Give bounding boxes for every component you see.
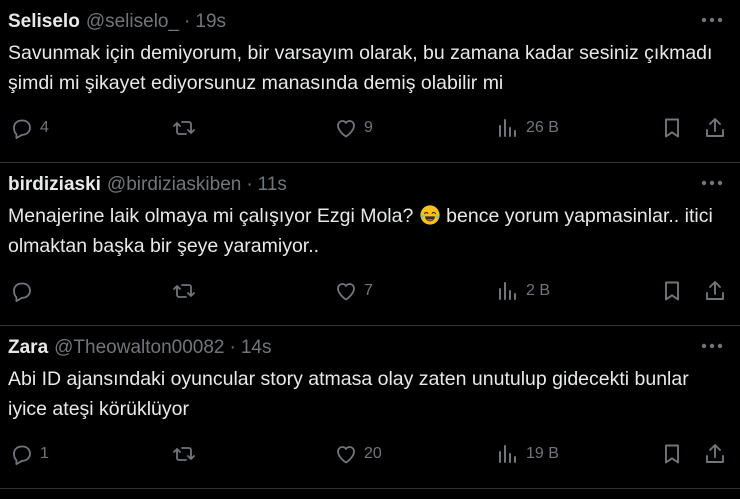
tweet-header: Seliselo @seliselo_ · 19s xyxy=(8,10,732,34)
retweet-button[interactable] xyxy=(172,110,202,146)
reply-icon xyxy=(13,282,31,302)
tweet-text: Savunmak için demiyorum, bir varsayım ol… xyxy=(8,42,713,94)
views-count: 26 B xyxy=(526,119,559,136)
separator-dot: · xyxy=(229,337,236,358)
action-bar: 4 9 26 B xyxy=(0,110,740,146)
like-count: 20 xyxy=(364,445,382,462)
views-button[interactable]: 2 B xyxy=(496,273,550,309)
action-bar: 7 2 B xyxy=(0,273,740,309)
tweet-header: birdiziaski @birdiziaskiben · 11s xyxy=(8,173,732,197)
bookmark-button[interactable] xyxy=(660,110,684,146)
retweet-button[interactable] xyxy=(172,273,202,309)
views-chart-icon xyxy=(499,282,516,300)
author-handle[interactable]: @Theowalton00082 xyxy=(54,337,224,359)
like-button[interactable]: 20 xyxy=(334,436,382,472)
author-name[interactable]: Zara xyxy=(8,337,48,359)
views-chart-icon xyxy=(499,119,516,137)
reply-button[interactable]: 1 xyxy=(10,436,49,472)
more-options-icon[interactable] xyxy=(698,334,726,358)
separator-dot: · xyxy=(246,174,253,195)
like-count: 9 xyxy=(364,119,373,136)
tweet-text-part-1: Menajerine laik olmaya mi çalışıyor Ezgi… xyxy=(8,205,414,227)
views-count: 19 B xyxy=(526,445,559,462)
timestamp[interactable]: 19s xyxy=(195,11,226,33)
share-button[interactable] xyxy=(703,436,727,472)
timestamp[interactable]: 14s xyxy=(241,337,272,359)
heart-icon xyxy=(337,446,355,464)
reply-icon xyxy=(13,119,31,139)
share-button[interactable] xyxy=(703,110,727,146)
reply-button[interactable] xyxy=(10,273,40,309)
author-name[interactable]: birdiziaski xyxy=(8,174,101,196)
retweet-button[interactable] xyxy=(172,436,202,472)
timestamp[interactable]: 11s xyxy=(258,174,287,196)
tweet[interactable]: Seliselo @seliselo_ · 19s Savunmak için … xyxy=(0,0,740,163)
retweet-icon xyxy=(173,447,195,461)
tweet-text: Abi ID ajansındaki oyuncular story atmas… xyxy=(8,368,689,420)
tweet[interactable]: Zara @Theowalton00082 · 14s Abi ID ajans… xyxy=(0,326,740,489)
more-options-icon[interactable] xyxy=(698,171,726,195)
like-count: 7 xyxy=(364,282,373,299)
retweet-icon xyxy=(173,121,195,135)
reply-count: 4 xyxy=(40,119,49,136)
bookmark-button[interactable] xyxy=(660,273,684,309)
bookmark-icon xyxy=(665,444,679,464)
tweet[interactable]: birdiziaski @birdiziaskiben · 11s Menaje… xyxy=(0,163,740,326)
author-handle[interactable]: @birdiziaskiben xyxy=(107,174,241,196)
retweet-icon xyxy=(173,284,195,298)
heart-icon xyxy=(337,120,355,138)
reply-count: 1 xyxy=(40,445,49,462)
like-button[interactable]: 9 xyxy=(334,110,373,146)
bookmark-icon xyxy=(665,118,679,138)
reply-button[interactable]: 4 xyxy=(10,110,49,146)
like-button[interactable]: 7 xyxy=(334,273,373,309)
tweet-text: Menajerine laik olmaya mi çalışıyor Ezgi… xyxy=(8,201,720,261)
author-handle[interactable]: @seliselo_ xyxy=(86,11,179,33)
author-name[interactable]: Seliselo xyxy=(8,11,80,33)
bookmark-button[interactable] xyxy=(660,436,684,472)
views-chart-icon xyxy=(499,445,516,463)
share-button[interactable] xyxy=(703,273,727,309)
separator-dot: · xyxy=(184,11,191,32)
tweet-header: Zara @Theowalton00082 · 14s xyxy=(8,336,732,360)
face-with-tears-of-joy-icon xyxy=(420,205,440,225)
views-button[interactable]: 26 B xyxy=(496,110,559,146)
heart-icon xyxy=(337,283,355,301)
share-icon xyxy=(706,444,724,463)
share-icon xyxy=(706,118,724,137)
views-button[interactable]: 19 B xyxy=(496,436,559,472)
action-bar: 1 20 19 B xyxy=(0,436,740,472)
reply-icon xyxy=(13,445,31,465)
views-count: 2 B xyxy=(526,282,551,299)
bookmark-icon xyxy=(665,281,679,301)
share-icon xyxy=(706,281,724,300)
more-options-icon[interactable] xyxy=(698,8,726,32)
